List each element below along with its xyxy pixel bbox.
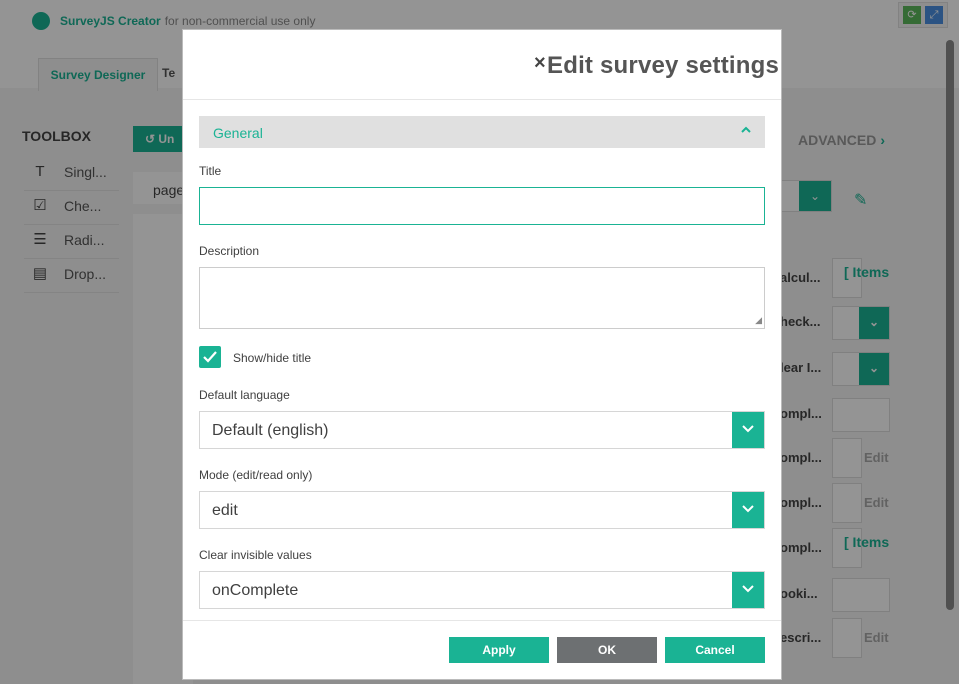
chevron-down-icon [742,425,754,433]
clear-invisible-select[interactable]: onComplete [199,571,765,609]
select-value: Default (english) [212,422,329,439]
default-language-select[interactable]: Default (english) [199,411,765,449]
dialog-header: × Edit survey settings [183,30,781,100]
checkmark-icon [203,351,217,363]
title-input[interactable] [199,187,765,225]
show-title-checkbox[interactable] [199,346,221,368]
dropdown-toggle[interactable] [732,492,764,528]
select-value: edit [212,502,238,519]
title-label: Title [199,164,222,178]
description-textarea[interactable]: ◢ [199,267,765,329]
chevron-up-icon [741,126,751,133]
dropdown-toggle[interactable] [732,412,764,448]
dialog-title: Edit survey settings [547,52,780,79]
default-language-label: Default language [199,388,290,402]
close-icon[interactable]: × [534,52,546,75]
apply-button[interactable]: Apply [449,637,549,663]
dialog-footer: Apply OK Cancel [183,620,781,679]
dropdown-toggle[interactable] [732,572,764,608]
section-label: General [213,125,263,141]
survey-settings-dialog: × Edit survey settings General Title Des… [182,29,782,680]
description-label: Description [199,244,260,258]
mode-select[interactable]: edit [199,491,765,529]
cancel-button[interactable]: Cancel [665,637,765,663]
mode-label: Mode (edit/read only) [199,468,313,482]
resize-grip-icon[interactable]: ◢ [755,315,762,326]
chevron-down-icon [742,585,754,593]
clear-invisible-label: Clear invisible values [199,548,312,562]
ok-button[interactable]: OK [557,637,657,663]
show-title-label: Show/hide title [233,351,312,365]
chevron-down-icon [742,505,754,513]
select-value: onComplete [212,582,299,599]
section-general-header[interactable]: General [199,116,765,148]
